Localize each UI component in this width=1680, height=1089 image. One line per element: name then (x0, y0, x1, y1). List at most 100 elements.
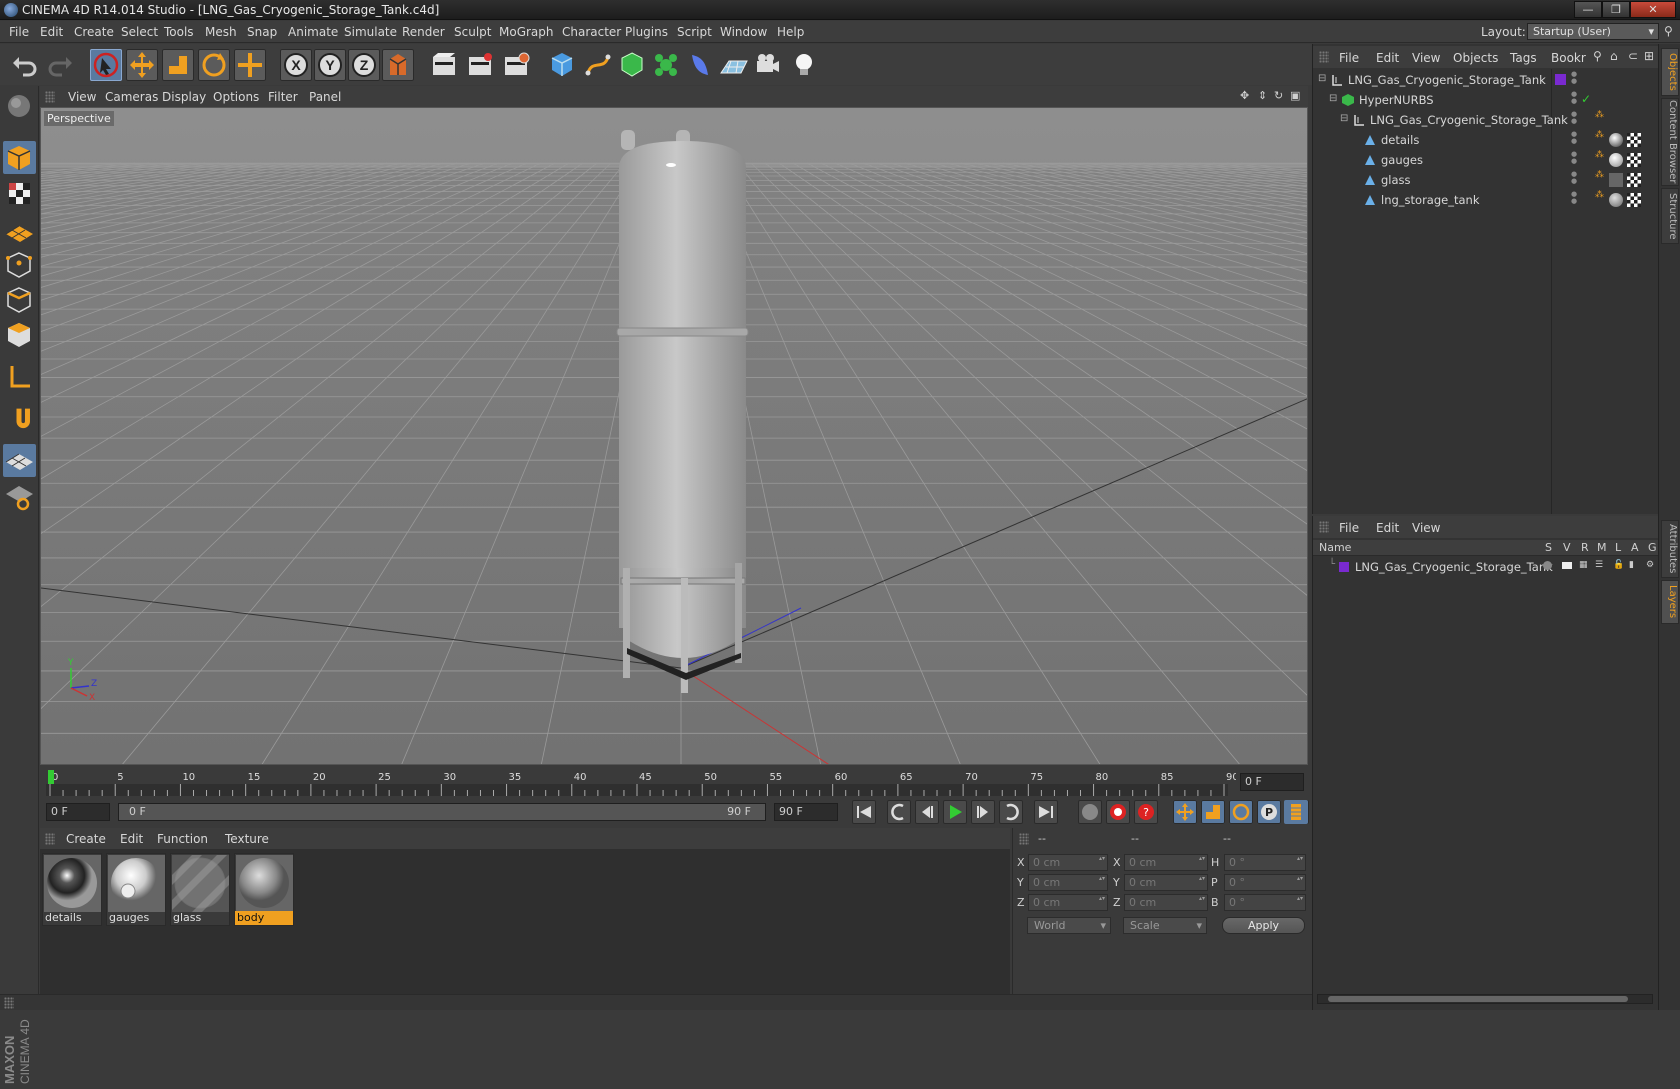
texture-tag-icon[interactable] (1627, 133, 1641, 147)
size-mode-dropdown[interactable]: Scale (1123, 917, 1207, 934)
key-scale-icon[interactable] (1201, 800, 1225, 824)
apply-button[interactable]: Apply (1222, 917, 1305, 934)
undo-icon[interactable] (9, 49, 41, 81)
key-position-icon[interactable] (1173, 800, 1197, 824)
goto-start-icon[interactable] (852, 800, 876, 824)
viewport-menu-view[interactable]: View (68, 90, 96, 104)
key-parameter-icon[interactable]: P (1257, 800, 1281, 824)
position-y-field[interactable]: 0 cm (1028, 874, 1108, 891)
phong-tag-icon[interactable]: ⁂ (1595, 170, 1604, 180)
play-icon[interactable] (943, 800, 967, 824)
layers-menu-file[interactable]: File (1339, 521, 1359, 535)
tab-objects[interactable]: Objects (1661, 48, 1679, 96)
object-row[interactable]: details ● ● ⁂ (1313, 130, 1659, 150)
transform-tool-icon[interactable] (234, 49, 266, 81)
layer-color-swatch[interactable] (1555, 74, 1566, 85)
planar-workplane-icon[interactable] (3, 480, 36, 513)
render-picture-viewer-icon[interactable] (464, 49, 496, 81)
close-button[interactable]: ✕ (1630, 1, 1676, 18)
preview-range-slider[interactable]: 0 F 90 F (118, 803, 766, 821)
live-selection-icon[interactable] (90, 49, 122, 81)
rotation-p-field[interactable]: 0 ° (1224, 874, 1306, 891)
viewport-menu-options[interactable]: Options (213, 90, 259, 104)
texture-mode-icon[interactable] (3, 177, 36, 210)
y-axis-lock-icon[interactable]: Y (314, 49, 346, 81)
goto-end-icon[interactable] (1034, 800, 1058, 824)
menu-window[interactable]: Window (720, 25, 767, 39)
render-settings-icon[interactable] (500, 49, 532, 81)
menu-mesh[interactable]: Mesh (205, 25, 237, 39)
menu-mograph[interactable]: MoGraph (499, 25, 554, 39)
search-icon[interactable]: ⚲ (1593, 49, 1602, 63)
points-mode-icon[interactable] (3, 248, 36, 281)
snap-magnet-icon[interactable] (3, 404, 36, 437)
layers-menu-edit[interactable]: Edit (1376, 521, 1399, 535)
workplane-mode-icon[interactable] (3, 212, 36, 245)
viewport-menu-display[interactable]: Display (162, 90, 206, 104)
texture-tag-icon[interactable] (1627, 153, 1641, 167)
edges-mode-icon[interactable] (3, 283, 36, 316)
animation-toggle-icon[interactable]: ▮ (1629, 560, 1634, 570)
layers-menu-view[interactable]: View (1412, 521, 1440, 535)
next-keyframe-icon[interactable] (999, 800, 1023, 824)
material-menu-create[interactable]: Create (66, 832, 106, 846)
prev-frame-icon[interactable] (915, 800, 939, 824)
lock-icon[interactable]: 🔓 (1613, 560, 1624, 570)
scale-tool-icon[interactable] (162, 49, 194, 81)
phong-tag-icon[interactable]: ⁂ (1595, 150, 1604, 160)
menu-create[interactable]: Create (74, 25, 114, 39)
autokey-icon[interactable] (1106, 800, 1130, 824)
current-frame-field[interactable]: 0 F (1240, 773, 1304, 791)
generators-toggle-icon[interactable]: ⚙ (1646, 560, 1654, 570)
material-tag-icon[interactable] (1609, 173, 1623, 187)
horizontal-scrollbar[interactable] (1317, 994, 1653, 1004)
cube-primitive-icon[interactable] (546, 49, 578, 81)
objects-menu-view[interactable]: View (1412, 51, 1440, 65)
object-row[interactable]: gauges ● ● ⁂ (1313, 150, 1659, 170)
layout-dropdown[interactable]: Startup (User) (1527, 23, 1659, 40)
deformer-icon[interactable] (684, 49, 716, 81)
keyframe-selection-icon[interactable]: ? (1134, 800, 1158, 824)
size-y-field[interactable]: 0 cm (1124, 874, 1208, 891)
object-row[interactable]: lng_storage_tank ● ● ⁂ (1313, 190, 1659, 210)
minimize-button[interactable]: — (1574, 1, 1602, 18)
x-axis-lock-icon[interactable]: X (280, 49, 312, 81)
menu-sculpt[interactable]: Sculpt (454, 25, 491, 39)
visible-editor-icon[interactable] (1561, 561, 1573, 570)
new-panel-icon[interactable]: ⊞ (1644, 49, 1654, 63)
material-swatch[interactable]: details (42, 853, 102, 926)
size-z-field[interactable]: 0 cm (1124, 894, 1208, 911)
pan-view-icon[interactable]: ✥ (1240, 89, 1249, 102)
camera-icon[interactable] (752, 49, 784, 81)
layer-color-swatch[interactable] (1339, 562, 1349, 572)
redo-icon[interactable] (44, 49, 76, 81)
menu-select[interactable]: Select (121, 25, 158, 39)
object-row[interactable]: ⊟ LNG_Gas_Cryogenic_Storage_Tank ● ● ⁂ (1313, 110, 1659, 130)
material-tag-icon[interactable] (1609, 153, 1623, 167)
visibility-dots[interactable]: ● ● (1571, 71, 1577, 85)
material-swatch[interactable]: gauges (106, 853, 166, 926)
material-swatch[interactable]: glass (170, 853, 230, 926)
render-view-icon[interactable] (428, 49, 460, 81)
phong-tag-icon[interactable]: ⁂ (1595, 110, 1604, 120)
menu-edit[interactable]: Edit (40, 25, 63, 39)
menu-character[interactable]: Character (562, 25, 621, 39)
position-z-field[interactable]: 0 cm (1028, 894, 1108, 911)
z-axis-lock-icon[interactable]: Z (348, 49, 380, 81)
viewport-menu-filter[interactable]: Filter (268, 90, 298, 104)
rotation-h-field[interactable]: 0 ° (1224, 854, 1306, 871)
rotate-view-icon[interactable]: ↻ (1274, 89, 1283, 102)
move-tool-icon[interactable] (126, 49, 158, 81)
menu-tools[interactable]: Tools (164, 25, 194, 39)
polygons-mode-icon[interactable] (3, 318, 36, 351)
rotation-b-field[interactable]: 0 ° (1224, 894, 1306, 911)
texture-tag-icon[interactable] (1627, 173, 1641, 187)
floor-scene-icon[interactable] (718, 49, 750, 81)
render-toggle-icon[interactable]: ▦ (1579, 560, 1588, 570)
menu-animate[interactable]: Animate (288, 25, 338, 39)
phong-tag-icon[interactable]: ⁂ (1595, 130, 1604, 140)
subdivision-surface-icon[interactable] (616, 49, 648, 81)
menu-snap[interactable]: Snap (247, 25, 277, 39)
toggle-view-icon[interactable]: ▣ (1290, 89, 1300, 102)
model-mode-icon[interactable] (3, 141, 36, 174)
